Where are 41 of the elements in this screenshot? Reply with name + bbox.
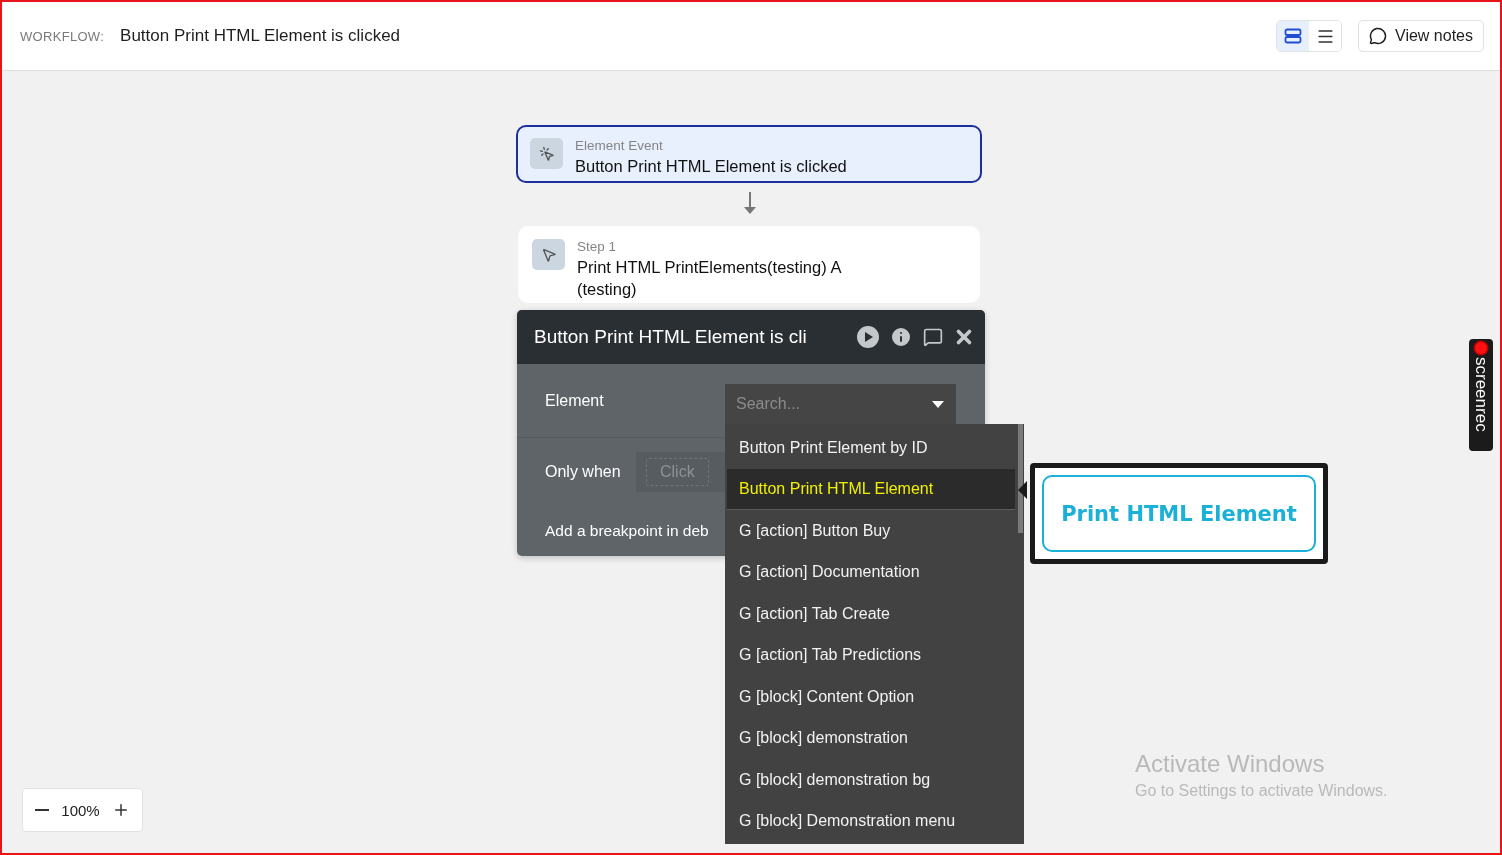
activation-message: Go to Settings to activate Windows. (1135, 782, 1388, 800)
stacked-rows-icon (1284, 28, 1302, 44)
dropdown-option[interactable]: G [action] Button Buy (727, 510, 1015, 552)
node-caption: Element Event (575, 138, 664, 154)
dropdown-option[interactable]: G [action] Documentation (727, 551, 1015, 593)
view-toggle-button[interactable] (1277, 21, 1309, 51)
flow-arrow (743, 192, 757, 216)
zoom-in-button[interactable] (112, 801, 130, 819)
workflow-label: WORKFLOW: (20, 28, 105, 44)
field-label: Only when (545, 463, 622, 481)
activation-title: Activate Windows (1135, 750, 1326, 778)
info-icon[interactable] (889, 325, 913, 349)
node-title: Button Print HTML Element is clicked (575, 156, 847, 177)
recorder-label: screenrec (1471, 357, 1491, 432)
dropdown-option[interactable]: G [block] demonstration bg (727, 759, 1015, 801)
dropdown-option[interactable]: G [block] Content Option (727, 676, 1015, 718)
play-icon[interactable] (857, 326, 879, 348)
scrollbar[interactable] (1018, 424, 1023, 533)
dropdown-option[interactable]: G [action] Tab Predictions (727, 634, 1015, 676)
record-icon (1475, 342, 1487, 354)
dropdown-caret-icon (932, 400, 944, 408)
field-label: Element (545, 391, 605, 410)
workflow-title: Button Print HTML Element is clicked (120, 26, 402, 46)
dropdown-option[interactable]: Button Print HTML Element (727, 468, 1015, 510)
zoom-value: 100% (61, 801, 100, 819)
cursor-click-icon (538, 145, 555, 162)
minus-icon (35, 809, 49, 811)
comment-icon (1369, 27, 1387, 45)
event-node[interactable]: Element Event Button Print HTML Element is clicked (516, 125, 982, 183)
step-node[interactable]: Step 1 Print HTML PrintElements(testing) A (testing) (518, 226, 980, 303)
dropdown-option[interactable]: G [block] demonstration (727, 717, 1015, 759)
breakpoint-label: Add a breakpoint in deb (545, 522, 710, 540)
plus-icon (112, 801, 130, 819)
node-title: Print HTML PrintElements(testing) A (testing) (577, 257, 842, 300)
dropdown-option[interactable]: G [action] Tab Create (727, 593, 1015, 635)
panel-title: Button Print HTML Element is cli (534, 326, 808, 348)
comment-icon[interactable] (923, 327, 943, 347)
dropdown-option[interactable]: G [block] Demonstration menu (727, 800, 1015, 842)
view-notes-button[interactable]: View notes (1358, 20, 1484, 52)
cursor-icon (540, 246, 557, 263)
node-caption: Step 1 (577, 239, 618, 255)
